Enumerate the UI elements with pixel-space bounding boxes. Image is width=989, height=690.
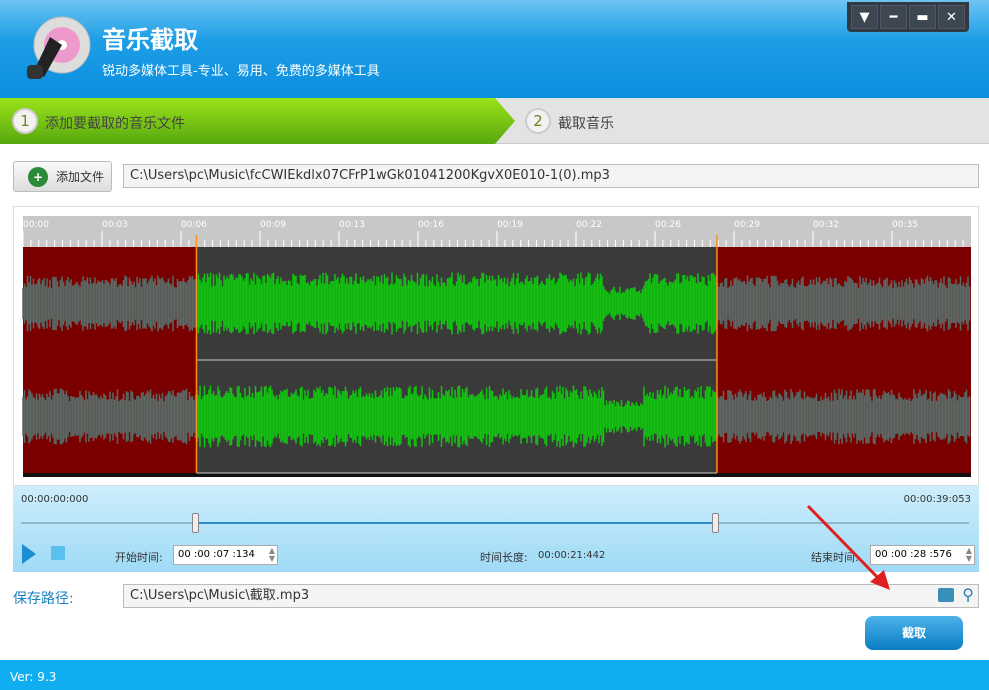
close-button[interactable]: ✕: [938, 5, 965, 29]
ruler-tick-label: 00:35: [892, 220, 918, 230]
minimize-button[interactable]: ━: [880, 5, 907, 29]
ruler-tick-label: 00:26: [655, 220, 681, 230]
save-path-label: 保存路径:: [13, 588, 74, 608]
source-file-path[interactable]: C:\Users\pc\Music\fcCWIEkdlx07CFrP1wGk01…: [123, 164, 979, 188]
play-button[interactable]: [22, 544, 36, 564]
add-file-label: 添加文件: [56, 168, 104, 185]
step-1[interactable]: 1 添加要截取的音乐文件: [0, 98, 515, 144]
app-logo-icon: [22, 15, 92, 81]
ruler-tick-label: 00:32: [813, 220, 839, 230]
total-start-time: 00:00:00:000: [21, 494, 88, 505]
save-path-value: C:\Users\pc\Music\截取.mp3: [130, 588, 309, 603]
step-bar: 1 添加要截取的音乐文件 2 截取音乐: [0, 98, 989, 144]
step-label: 添加要截取的音乐文件: [45, 113, 185, 133]
ruler-tick-label: 00:03: [102, 220, 128, 230]
app-title: 音乐截取: [102, 20, 198, 55]
step-number: 2: [525, 108, 551, 134]
ruler-tick-label: 00:29: [734, 220, 760, 230]
timeline-selection: [196, 522, 716, 524]
spinner-icon[interactable]: ▲ ▼: [966, 547, 972, 563]
start-time-input[interactable]: 00 :00 :07 :134 ▲ ▼: [173, 545, 278, 565]
stop-button[interactable]: [51, 546, 65, 560]
window-controls: ▼ ━ ▬ ✕: [847, 2, 969, 32]
ruler-tick-label: 00:00: [23, 220, 49, 230]
end-handle[interactable]: [712, 513, 719, 533]
app-subtitle: 锐动多媒体工具-专业、易用、免费的多媒体工具: [102, 60, 380, 79]
cut-button[interactable]: 截取: [865, 616, 963, 650]
ruler-tick-label: 00:06: [181, 220, 207, 230]
ruler-tick-label: 00:19: [497, 220, 523, 230]
red-arrow-annotation: [800, 500, 900, 595]
search-icon[interactable]: ⚲: [962, 584, 974, 606]
maximize-button[interactable]: ▬: [909, 5, 936, 29]
ruler-tick-label: 00:16: [418, 220, 444, 230]
duration-label: 时间长度:: [480, 549, 528, 565]
waveform-bottom: [23, 473, 971, 477]
plus-icon: +: [28, 167, 48, 187]
step-number: 1: [12, 108, 38, 134]
start-handle[interactable]: [192, 513, 199, 533]
step-label: 截取音乐: [558, 113, 614, 133]
header: 音乐截取 锐动多媒体工具-专业、易用、免费的多媒体工具 ▼ ━ ▬ ✕: [0, 0, 989, 98]
total-end-time: 00:00:39:053: [904, 494, 971, 505]
duration-value: 00:00:21:442: [538, 550, 605, 561]
folder-icon[interactable]: [938, 588, 954, 602]
waveform[interactable]: 00:00 00:03 00:06 00:09 00:13 00:16 00:19 00:22…: [14, 207, 980, 487]
ruler-tick-label: 00:22: [576, 220, 602, 230]
start-time-label: 开始时间:: [115, 549, 163, 565]
spinner-icon[interactable]: ▲ ▼: [269, 547, 275, 563]
start-time-value: 00 :00 :07 :134: [178, 549, 255, 560]
add-file-button[interactable]: + 添加文件: [13, 161, 112, 192]
footer: Ver: 9.3: [0, 660, 989, 690]
ruler-tick-label: 00:09: [260, 220, 286, 230]
menu-button[interactable]: ▼: [851, 5, 878, 29]
version-label: Ver: 9.3: [10, 670, 56, 684]
waveform-panel: 00:00 00:03 00:06 00:09 00:13 00:16 00:19 00:22…: [13, 206, 979, 486]
ruler-tick-label: 00:13: [339, 220, 365, 230]
